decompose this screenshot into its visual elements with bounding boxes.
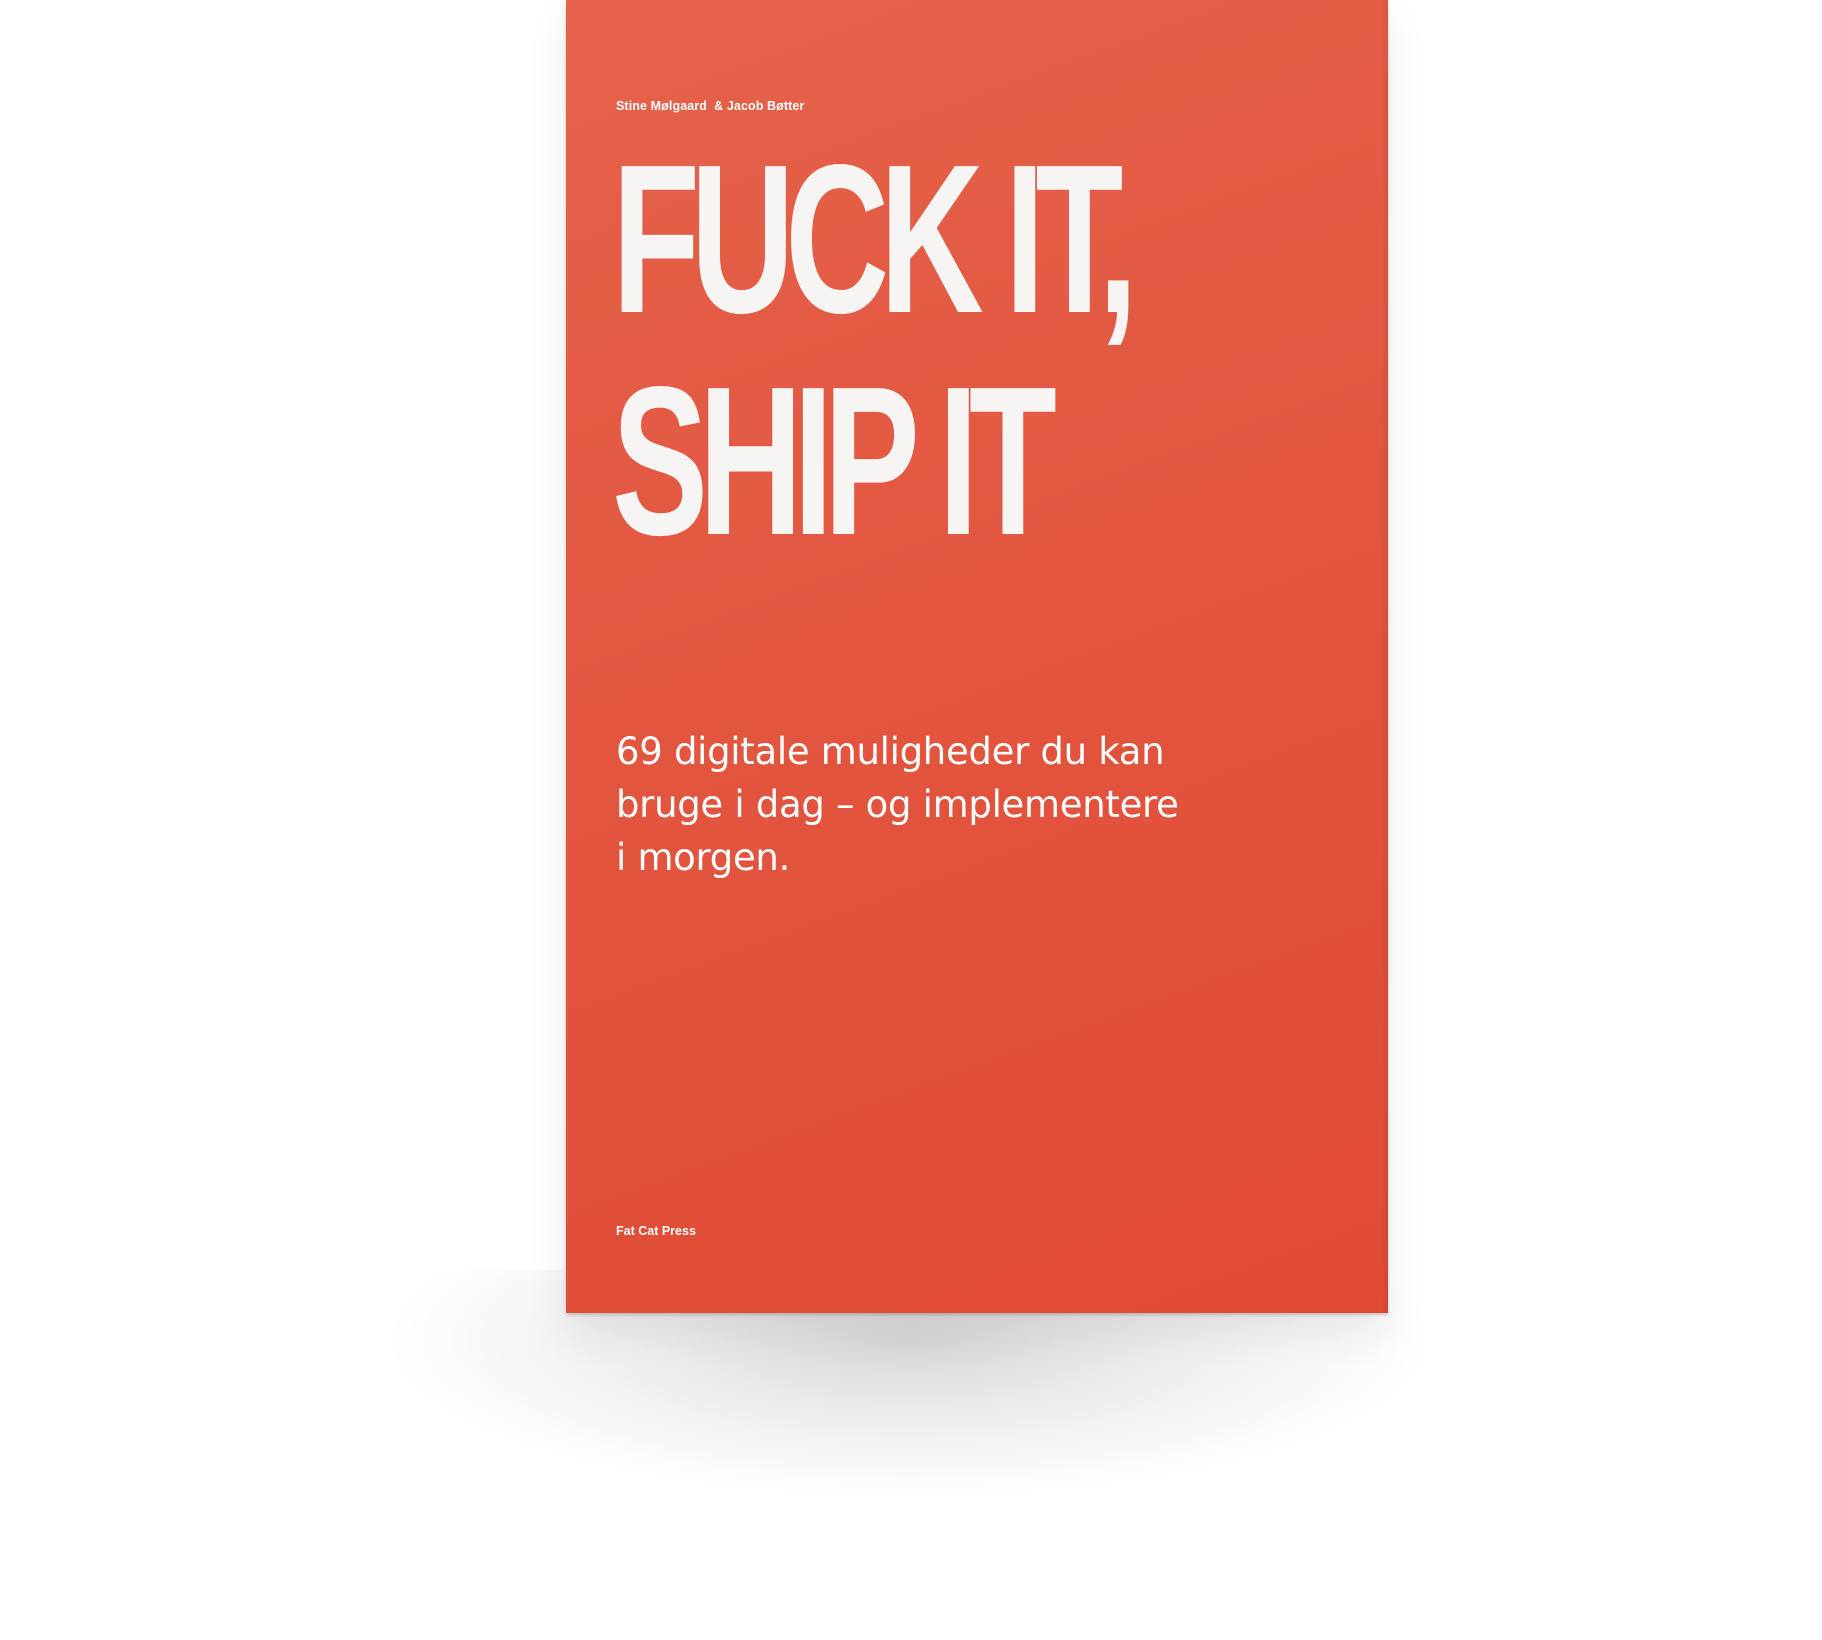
book-cover: Stine Mølgaard & Jacob Bøtter FUCK IT, S… <box>566 0 1388 1313</box>
book-subtitle-line-3: i morgen. <box>616 836 791 879</box>
book-title-line-2: SHIP IT <box>612 342 1057 579</box>
book-subtitle: 69 digitale muligheder du kan bruge i da… <box>616 725 1336 884</box>
book-subtitle-line-1: 69 digitale muligheder du kan <box>616 730 1165 773</box>
book-publisher: Fat Cat Press <box>616 1224 696 1238</box>
product-scene: Stine Mølgaard & Jacob Bøtter FUCK IT, S… <box>0 0 1822 1640</box>
book-subtitle-line-2: bruge i dag – og implementere <box>616 783 1179 826</box>
book-title-line-1: FUCK IT, <box>612 120 1138 357</box>
book-title: FUCK IT, SHIP IT <box>612 120 1138 579</box>
book-authors: Stine Mølgaard & Jacob Bøtter <box>616 99 805 113</box>
